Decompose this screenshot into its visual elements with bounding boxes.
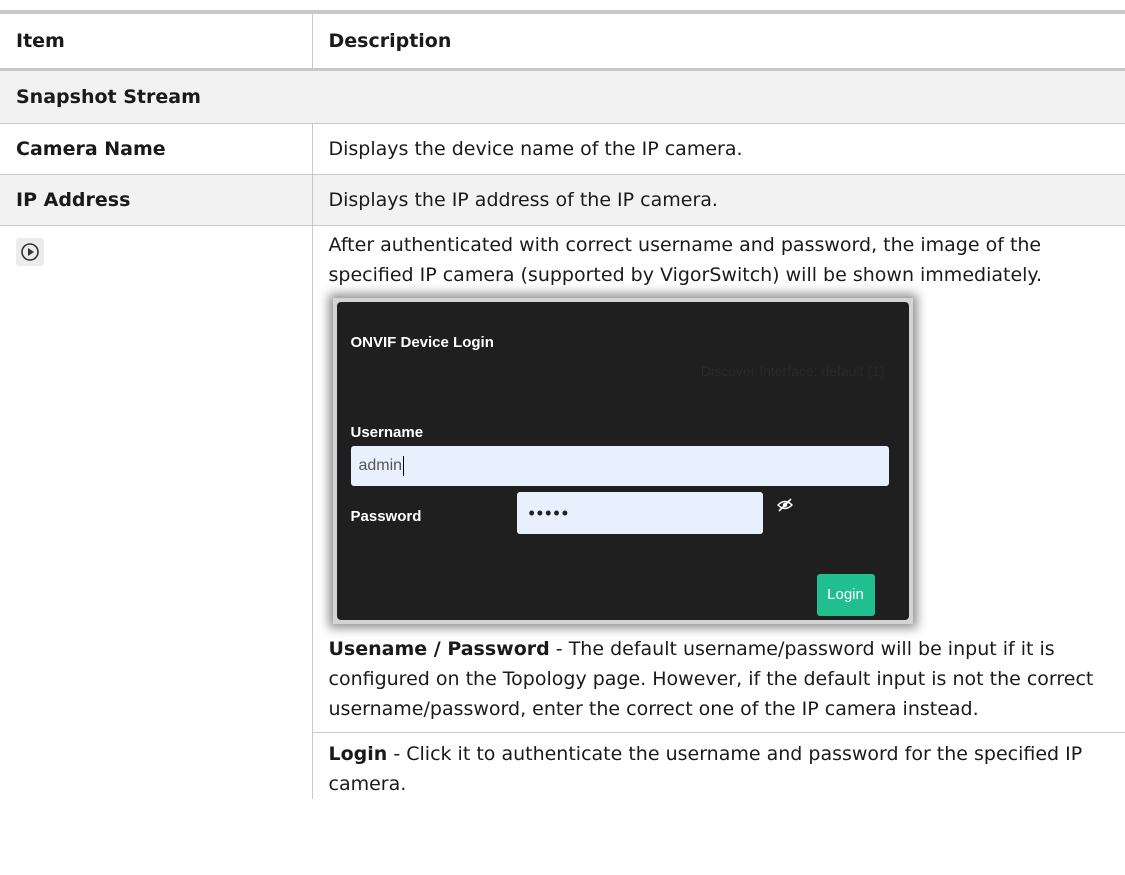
table-row: IP Address Displays the IP address of th… (0, 174, 1125, 226)
row-description: Displays the device name of the IP camer… (312, 123, 1125, 175)
column-header-item: Item (0, 14, 313, 71)
play-circle-icon (16, 238, 44, 266)
parameter-table: Item Description Snapshot Stream Camera … (0, 14, 1125, 799)
row-divider (312, 732, 1125, 733)
onvif-login-dialog: ONVIF Device Login Discover Interface: d… (336, 302, 909, 620)
dialog-title: ONVIF Device Login (350, 334, 494, 351)
note-term-username-password: Usename / Password (328, 638, 550, 660)
username-value: admin (358, 457, 403, 474)
play-item-cell (0, 225, 313, 799)
play-intro-text: After authenticated with correct usernam… (328, 234, 1042, 286)
note-login: Login - Click it to authenticate the use… (329, 739, 1125, 799)
section-row: Snapshot Stream (0, 69, 1125, 124)
password-field[interactable]: ••••• (516, 492, 763, 534)
note-username-password: Usename / Password - The default usernam… (329, 634, 1125, 724)
dialog-background-text: Discover Interface: default (1) (700, 363, 885, 379)
column-header-description: Description (312, 14, 1125, 71)
note-term-login: Login (328, 743, 388, 765)
login-dialog-screenshot: ONVIF Device Login Discover Interface: d… (332, 298, 913, 624)
text-caret (403, 455, 405, 476)
row-description: Displays the IP address of the IP camera… (312, 174, 1125, 226)
table-row: Camera Name Displays the device name of … (0, 123, 1125, 175)
eye-slash-icon[interactable] (776, 498, 793, 512)
login-button[interactable]: Login (816, 574, 875, 616)
section-title: Snapshot Stream (0, 69, 1125, 124)
username-label: Username (350, 424, 424, 441)
table-header-row: Item Description (0, 14, 1125, 71)
password-label: Password (350, 508, 422, 525)
play-description-cell: After authenticated with correct usernam… (312, 226, 1125, 800)
row-item-label: IP Address (0, 174, 313, 226)
table-row-play: After authenticated with correct usernam… (0, 225, 1125, 800)
row-item-label: Camera Name (0, 123, 313, 175)
username-field[interactable]: admin (350, 446, 889, 486)
note-text-login: - Click it to authenticate the username … (328, 743, 1083, 795)
